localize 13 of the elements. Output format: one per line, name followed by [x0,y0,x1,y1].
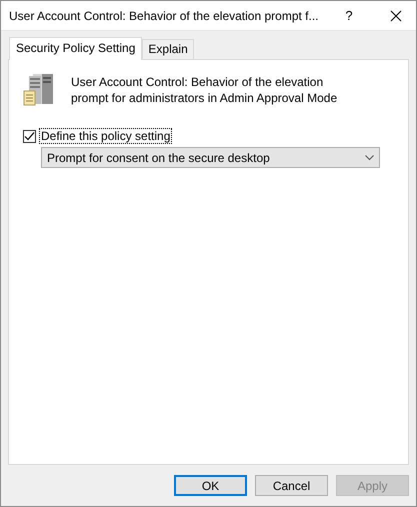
close-icon[interactable] [390,10,402,22]
tab[interactable]: Security Policy Setting [9,37,142,60]
help-button[interactable]: ? [326,8,372,23]
checkbox-label[interactable]: Define this policy setting [39,128,172,144]
server-icon [23,73,55,107]
dialog-button[interactable]: Cancel [255,475,328,496]
window-title: User Account Control: Behavior of the elevation prompt f... [9,8,320,22]
setting-dropdown[interactable]: Prompt for consent on the secure desktop [41,147,380,168]
policy-description: User Account Control: Behavior of the elevation prompt for administrators in Admin Approval Mode [71,74,338,106]
chevron-down-icon [365,154,374,160]
checkbox[interactable] [23,130,36,142]
tab[interactable]: Explain [142,39,194,59]
dialog-button[interactable]: OK [174,475,247,496]
